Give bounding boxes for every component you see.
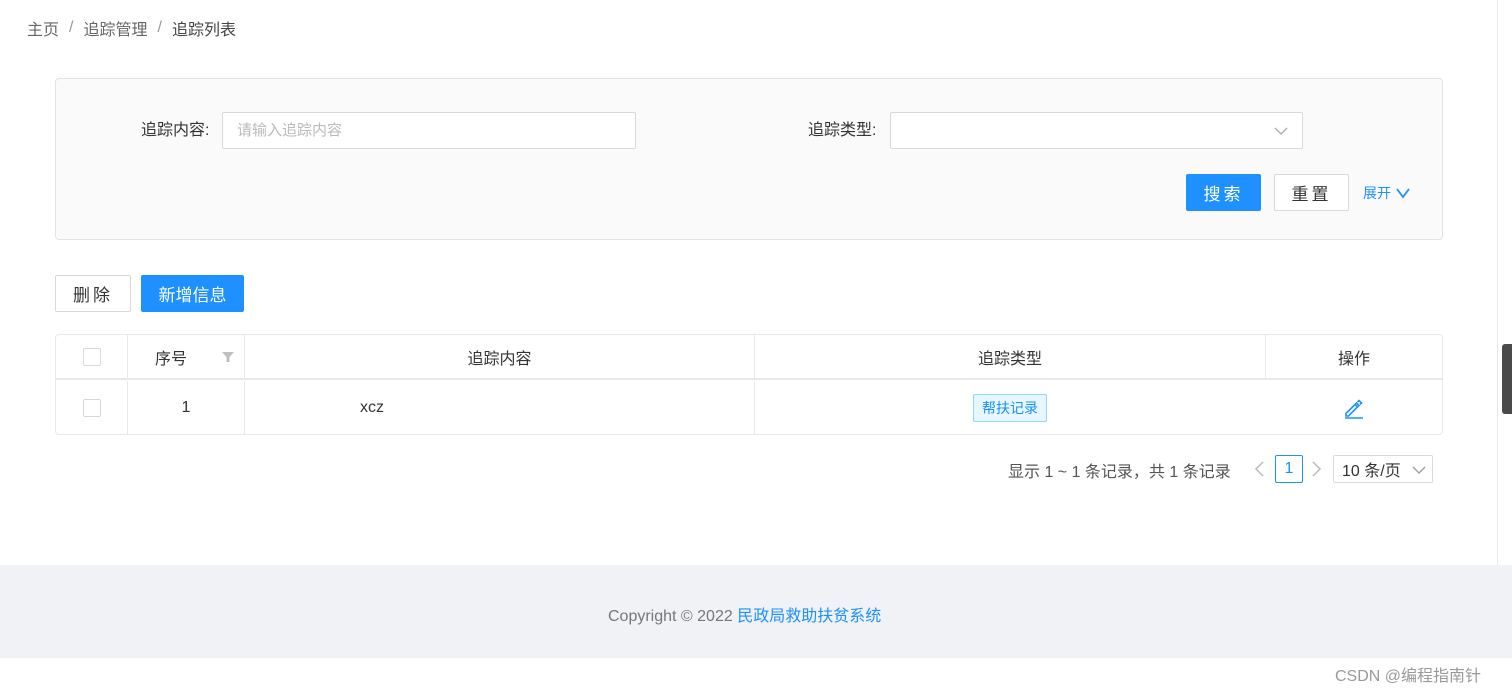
header-index-label: 序号 <box>155 350 188 368</box>
row-content: xcz <box>360 399 384 416</box>
breadcrumb-separator: / <box>157 19 162 36</box>
type-tag: 帮扶记录 <box>973 394 1047 422</box>
expand-link[interactable]: 展开 <box>1363 183 1411 203</box>
type-label: 追踪类型: <box>808 122 877 139</box>
search-button[interactable]: 搜索 <box>1186 174 1261 211</box>
table-header: 序号 追踪内容 追踪类型 操作 <box>56 335 1442 380</box>
select-all-checkbox[interactable] <box>82 347 101 366</box>
pagination-summary: 显示 1 ~ 1 条记录，共 1 条记录 <box>1008 464 1231 481</box>
row-actions <box>1266 381 1442 435</box>
row-index: 1 <box>181 399 191 416</box>
chevron-down-icon <box>1396 188 1410 199</box>
delete-button[interactable]: 删除 <box>55 275 131 312</box>
expand-label: 展开 <box>1363 185 1391 201</box>
side-widget[interactable] <box>1502 344 1512 414</box>
header-actions: 操作 <box>1337 350 1370 368</box>
content-search-input[interactable] <box>222 112 636 149</box>
select-all-cell <box>56 335 127 378</box>
add-info-button[interactable]: 新增信息 <box>141 275 244 312</box>
row-type-cell: 帮扶记录 <box>755 381 1265 435</box>
table-row[interactable]: 1 xcz 帮扶记录 <box>56 381 1442 435</box>
row-select-cell <box>56 381 127 435</box>
copyright-text: Copyright © 2022 <box>608 608 733 625</box>
reset-button[interactable]: 重置 <box>1274 174 1349 211</box>
header-type: 追踪类型 <box>977 350 1042 368</box>
header-index[interactable]: 序号 <box>128 335 244 378</box>
header-content: 追踪内容 <box>467 350 532 368</box>
page-content: 主页 / 追踪管理 / 追踪列表 追踪内容: 追踪类型: 搜索 重置 展开 删除… <box>0 0 1498 565</box>
page-size-select[interactable]: 10 条/页 <box>1333 455 1433 483</box>
page-size-value: 10 条/页 <box>1342 463 1401 480</box>
breadcrumb-section[interactable]: 追踪管理 <box>83 16 147 40</box>
breadcrumb-current: 追踪列表 <box>171 22 236 39</box>
breadcrumb-home[interactable]: 主页 <box>27 16 59 40</box>
edit-icon[interactable] <box>1342 396 1366 420</box>
row-checkbox[interactable] <box>82 399 101 417</box>
chevron-left-icon[interactable] <box>1252 459 1266 479</box>
watermark: CSDN @编程指南针 <box>1335 668 1482 685</box>
breadcrumb-separator: / <box>69 19 74 36</box>
chevron-down-icon <box>1412 466 1426 474</box>
content-label: 追踪内容: <box>141 122 210 139</box>
chevron-down-icon <box>1274 127 1288 135</box>
filter-icon[interactable] <box>222 351 234 363</box>
type-select[interactable] <box>890 112 1303 149</box>
chevron-right-icon[interactable] <box>1310 459 1324 479</box>
breadcrumb: 主页 / 追踪管理 / 追踪列表 <box>27 16 236 40</box>
search-panel: 追踪内容: 追踪类型: 搜索 重置 展开 <box>55 78 1443 240</box>
footer-brand-link[interactable]: 民政局救助扶贫系统 <box>737 608 881 625</box>
pagination-page-1[interactable]: 1 <box>1275 455 1303 483</box>
tracking-table: 序号 追踪内容 追踪类型 操作 1 xcz 帮扶记录 <box>55 334 1443 435</box>
footer-copyright: Copyright © 2022 民政局救助扶贫系统 <box>608 602 881 626</box>
